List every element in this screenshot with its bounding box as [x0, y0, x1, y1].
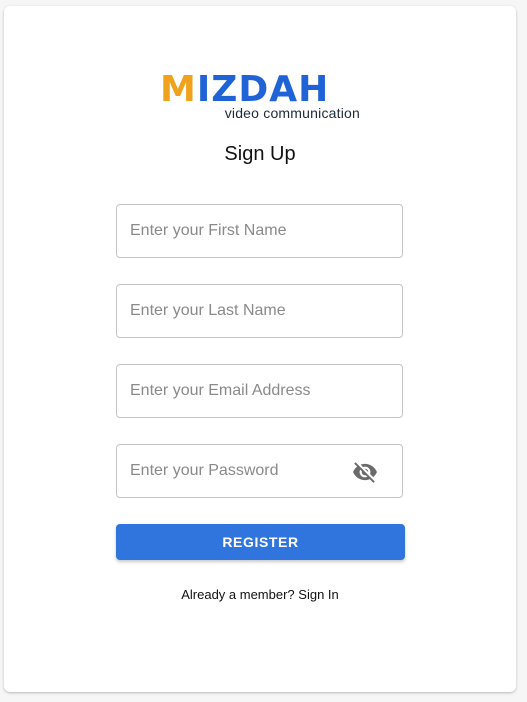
- signup-card: MIZDAH video communication Sign Up REGIS…: [4, 6, 516, 692]
- eye-off-icon[interactable]: [352, 459, 378, 485]
- password-input[interactable]: [130, 445, 350, 497]
- email-field[interactable]: [116, 364, 403, 418]
- member-prompt-text: Already a member?: [181, 587, 295, 602]
- mizdah-logo: MIZDAH video communication: [160, 70, 370, 122]
- logo-letter-m: M: [160, 69, 197, 110]
- logo-tagline: video communication: [224, 105, 360, 121]
- password-field[interactable]: [116, 444, 403, 498]
- page-title: Sign Up: [224, 143, 296, 165]
- last-name-field[interactable]: [116, 284, 403, 338]
- register-button[interactable]: REGISTER: [116, 524, 405, 560]
- signin-link[interactable]: Sign In: [298, 587, 338, 602]
- first-name-input[interactable]: [130, 205, 350, 257]
- first-name-field[interactable]: [116, 204, 403, 258]
- logo-letters-izdah: IZDAH: [196, 69, 330, 110]
- email-input[interactable]: [130, 365, 350, 417]
- last-name-input[interactable]: [130, 285, 350, 337]
- logo-wordmark: MIZDAH: [160, 70, 329, 110]
- signin-prompt: Already a member? Sign In: [4, 587, 516, 602]
